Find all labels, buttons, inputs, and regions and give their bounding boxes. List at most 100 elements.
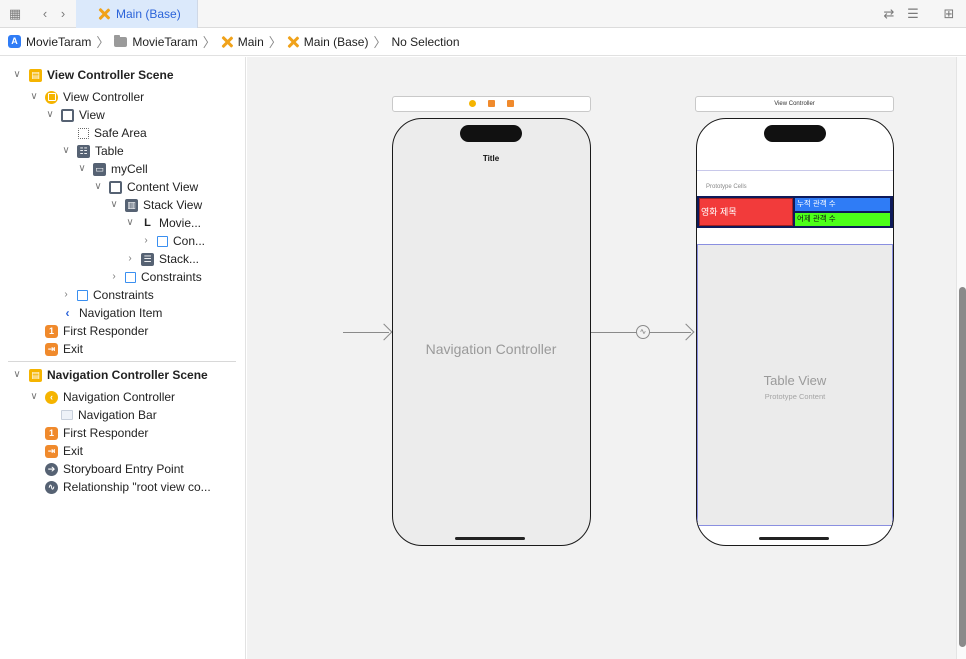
table-view[interactable]: Table View Prototype Content xyxy=(697,244,893,526)
safe-area-icon xyxy=(78,127,89,139)
outline-movie-label[interactable]: L Movie... xyxy=(141,214,201,232)
relationship-segue-icon: ∿ xyxy=(45,480,58,494)
outline-label: Constraints xyxy=(141,270,202,284)
crumb-label: MovieTaram xyxy=(132,34,198,49)
navigation-item-icon: ‹ xyxy=(65,306,70,320)
segue-arrow-head-icon xyxy=(677,323,695,341)
disclosure-chevron-right-icon[interactable]: › xyxy=(109,268,119,286)
crumb-selection[interactable]: No Selection xyxy=(391,35,459,49)
forward-chevron-icon[interactable]: › xyxy=(54,5,72,23)
prototype-cell[interactable]: 영화 제목 누적 관객 수 어제 관객 수 xyxy=(697,196,893,228)
outline-label: Exit xyxy=(63,342,84,356)
disclosure-chevron-icon[interactable]: ∨ xyxy=(93,178,103,196)
outline-first-responder[interactable]: 1 First Responder xyxy=(45,322,148,340)
outline-content-view[interactable]: Content View xyxy=(109,178,198,196)
outline-entry-point[interactable]: ➔ Storyboard Entry Point xyxy=(45,460,184,478)
yesterday-audience-label[interactable]: 어제 관객 수 xyxy=(795,213,890,226)
outline-navigation-item[interactable]: ‹ Navigation Item xyxy=(61,304,163,322)
outline-exit-2[interactable]: ⇥ Exit xyxy=(45,442,83,460)
document-outline: ∨ ▤ View Controller Scene ∨ View Control… xyxy=(0,57,246,659)
crumb-main[interactable]: Main xyxy=(221,35,264,49)
disclosure-chevron-right-icon[interactable]: › xyxy=(61,286,71,304)
disclosure-chevron-icon[interactable]: ∨ xyxy=(29,88,39,106)
storyboard-icon xyxy=(98,8,110,20)
tab-main-base[interactable]: Main (Base) xyxy=(76,0,198,28)
outline-my-cell[interactable]: ▭ myCell xyxy=(93,160,148,178)
disclosure-chevron-right-icon[interactable]: › xyxy=(125,250,135,268)
disclosure-chevron-icon[interactable]: ∨ xyxy=(12,366,22,384)
constraints-icon xyxy=(77,289,88,301)
navigation-controller-icon: ‹ xyxy=(45,390,58,404)
outline-navigation-bar[interactable]: Navigation Bar xyxy=(61,406,157,424)
outline-stack-2[interactable]: ☰ Stack... xyxy=(141,250,199,268)
outline-label: First Responder xyxy=(63,324,149,338)
outline-table[interactable]: ☷ Table xyxy=(77,142,124,160)
outline-label: Storyboard Entry Point xyxy=(63,462,184,476)
stack-view-icon: ☰ xyxy=(141,252,154,266)
disclosure-chevron-right-icon[interactable]: › xyxy=(141,232,151,250)
chevron-right-icon: 〉 xyxy=(96,35,110,50)
outline-label: View Controller Scene xyxy=(47,68,174,82)
outline-constraints[interactable]: Constraints xyxy=(77,286,154,304)
swap-arrows-icon[interactable]: ⇄ xyxy=(880,5,898,23)
outline-label: Exit xyxy=(63,444,84,458)
outline-first-responder-2[interactable]: 1 First Responder xyxy=(45,424,148,442)
outline-constraints-inner[interactable]: Constraints xyxy=(125,268,202,286)
nav-title-label: Title xyxy=(482,154,500,163)
disclosure-chevron-icon[interactable]: ∨ xyxy=(109,196,119,214)
outline-label: First Responder xyxy=(63,426,149,440)
outline-label: View xyxy=(79,108,105,122)
add-editor-icon[interactable]: ⊞ xyxy=(940,5,958,23)
outline-label: Table xyxy=(95,144,124,158)
disclosure-chevron-icon[interactable]: ∨ xyxy=(125,214,135,232)
crumb-main-base[interactable]: Main (Base) xyxy=(287,35,369,49)
relationship-segue-icon[interactable]: ∿ xyxy=(636,325,650,339)
nav-scene-dock[interactable] xyxy=(392,96,591,112)
disclosure-chevron-icon[interactable]: ∨ xyxy=(45,106,55,124)
storyboard-icon xyxy=(287,36,299,48)
scrollbar-thumb[interactable] xyxy=(959,287,966,647)
scene-divider xyxy=(8,361,236,362)
outline-con[interactable]: Con... xyxy=(157,232,205,250)
outline-relationship[interactable]: ∿ Relationship "root view co... xyxy=(45,478,211,496)
prototype-cells-header: Prototype Cells xyxy=(706,184,747,190)
crumb-folder[interactable]: MovieTaram xyxy=(114,34,198,49)
lines-icon[interactable]: ☰ xyxy=(904,5,922,23)
outline-stack-view[interactable]: ▥ Stack View xyxy=(125,196,202,214)
entry-arrow-head-icon xyxy=(375,323,393,341)
disclosure-chevron-icon[interactable]: ∨ xyxy=(29,388,39,406)
view-controller-phone[interactable]: Prototype Cells 영화 제목 누적 관객 수 어제 관객 수 Ta… xyxy=(696,118,894,546)
disclosure-chevron-icon[interactable]: ∨ xyxy=(77,160,87,178)
exit-icon: ⇥ xyxy=(45,342,58,356)
cumulative-audience-label[interactable]: 누적 관객 수 xyxy=(795,198,890,211)
back-chevron-icon[interactable]: ‹ xyxy=(36,5,54,23)
dynamic-island xyxy=(764,125,826,142)
outline-label: Content View xyxy=(127,180,199,194)
outline-label: Constraints xyxy=(93,288,154,302)
vc-dock-icon[interactable] xyxy=(469,99,476,107)
exit-dock-icon[interactable] xyxy=(507,99,514,107)
disclosure-chevron-icon[interactable]: ∨ xyxy=(12,66,22,84)
outline-view-controller[interactable]: View Controller xyxy=(45,88,144,106)
outline-exit[interactable]: ⇥ Exit xyxy=(45,340,83,358)
crumb-project[interactable]: A MovieTaram xyxy=(8,35,91,49)
navigation-bar-icon xyxy=(61,410,73,420)
storyboard-canvas[interactable]: Title Navigation Controller ∿ View Contr… xyxy=(247,57,966,659)
outline-label: Stack... xyxy=(159,252,200,266)
outline-navigation-controller-scene[interactable]: ▤ Navigation Controller Scene xyxy=(29,366,208,384)
outline-view-controller-scene[interactable]: ▤ View Controller Scene xyxy=(29,66,174,84)
chevron-right-icon: 〉 xyxy=(202,35,216,50)
vc-scene-dock[interactable]: View Controller xyxy=(695,96,894,112)
home-indicator xyxy=(759,537,829,540)
canvas-scrollbar[interactable] xyxy=(956,57,966,659)
first-responder-dock-icon[interactable] xyxy=(488,99,495,107)
outline-label: Con... xyxy=(173,234,206,248)
grid-icon[interactable]: ▦ xyxy=(6,5,24,23)
movie-title-label[interactable]: 영화 제목 xyxy=(699,198,793,226)
outline-navigation-controller[interactable]: ‹ Navigation Controller xyxy=(45,388,175,406)
outline-safe-area[interactable]: Safe Area xyxy=(78,124,147,142)
constraints-icon xyxy=(157,235,168,247)
disclosure-chevron-icon[interactable]: ∨ xyxy=(61,142,71,160)
outline-view[interactable]: View xyxy=(61,106,105,124)
navigation-controller-phone[interactable]: Title Navigation Controller xyxy=(392,118,591,546)
